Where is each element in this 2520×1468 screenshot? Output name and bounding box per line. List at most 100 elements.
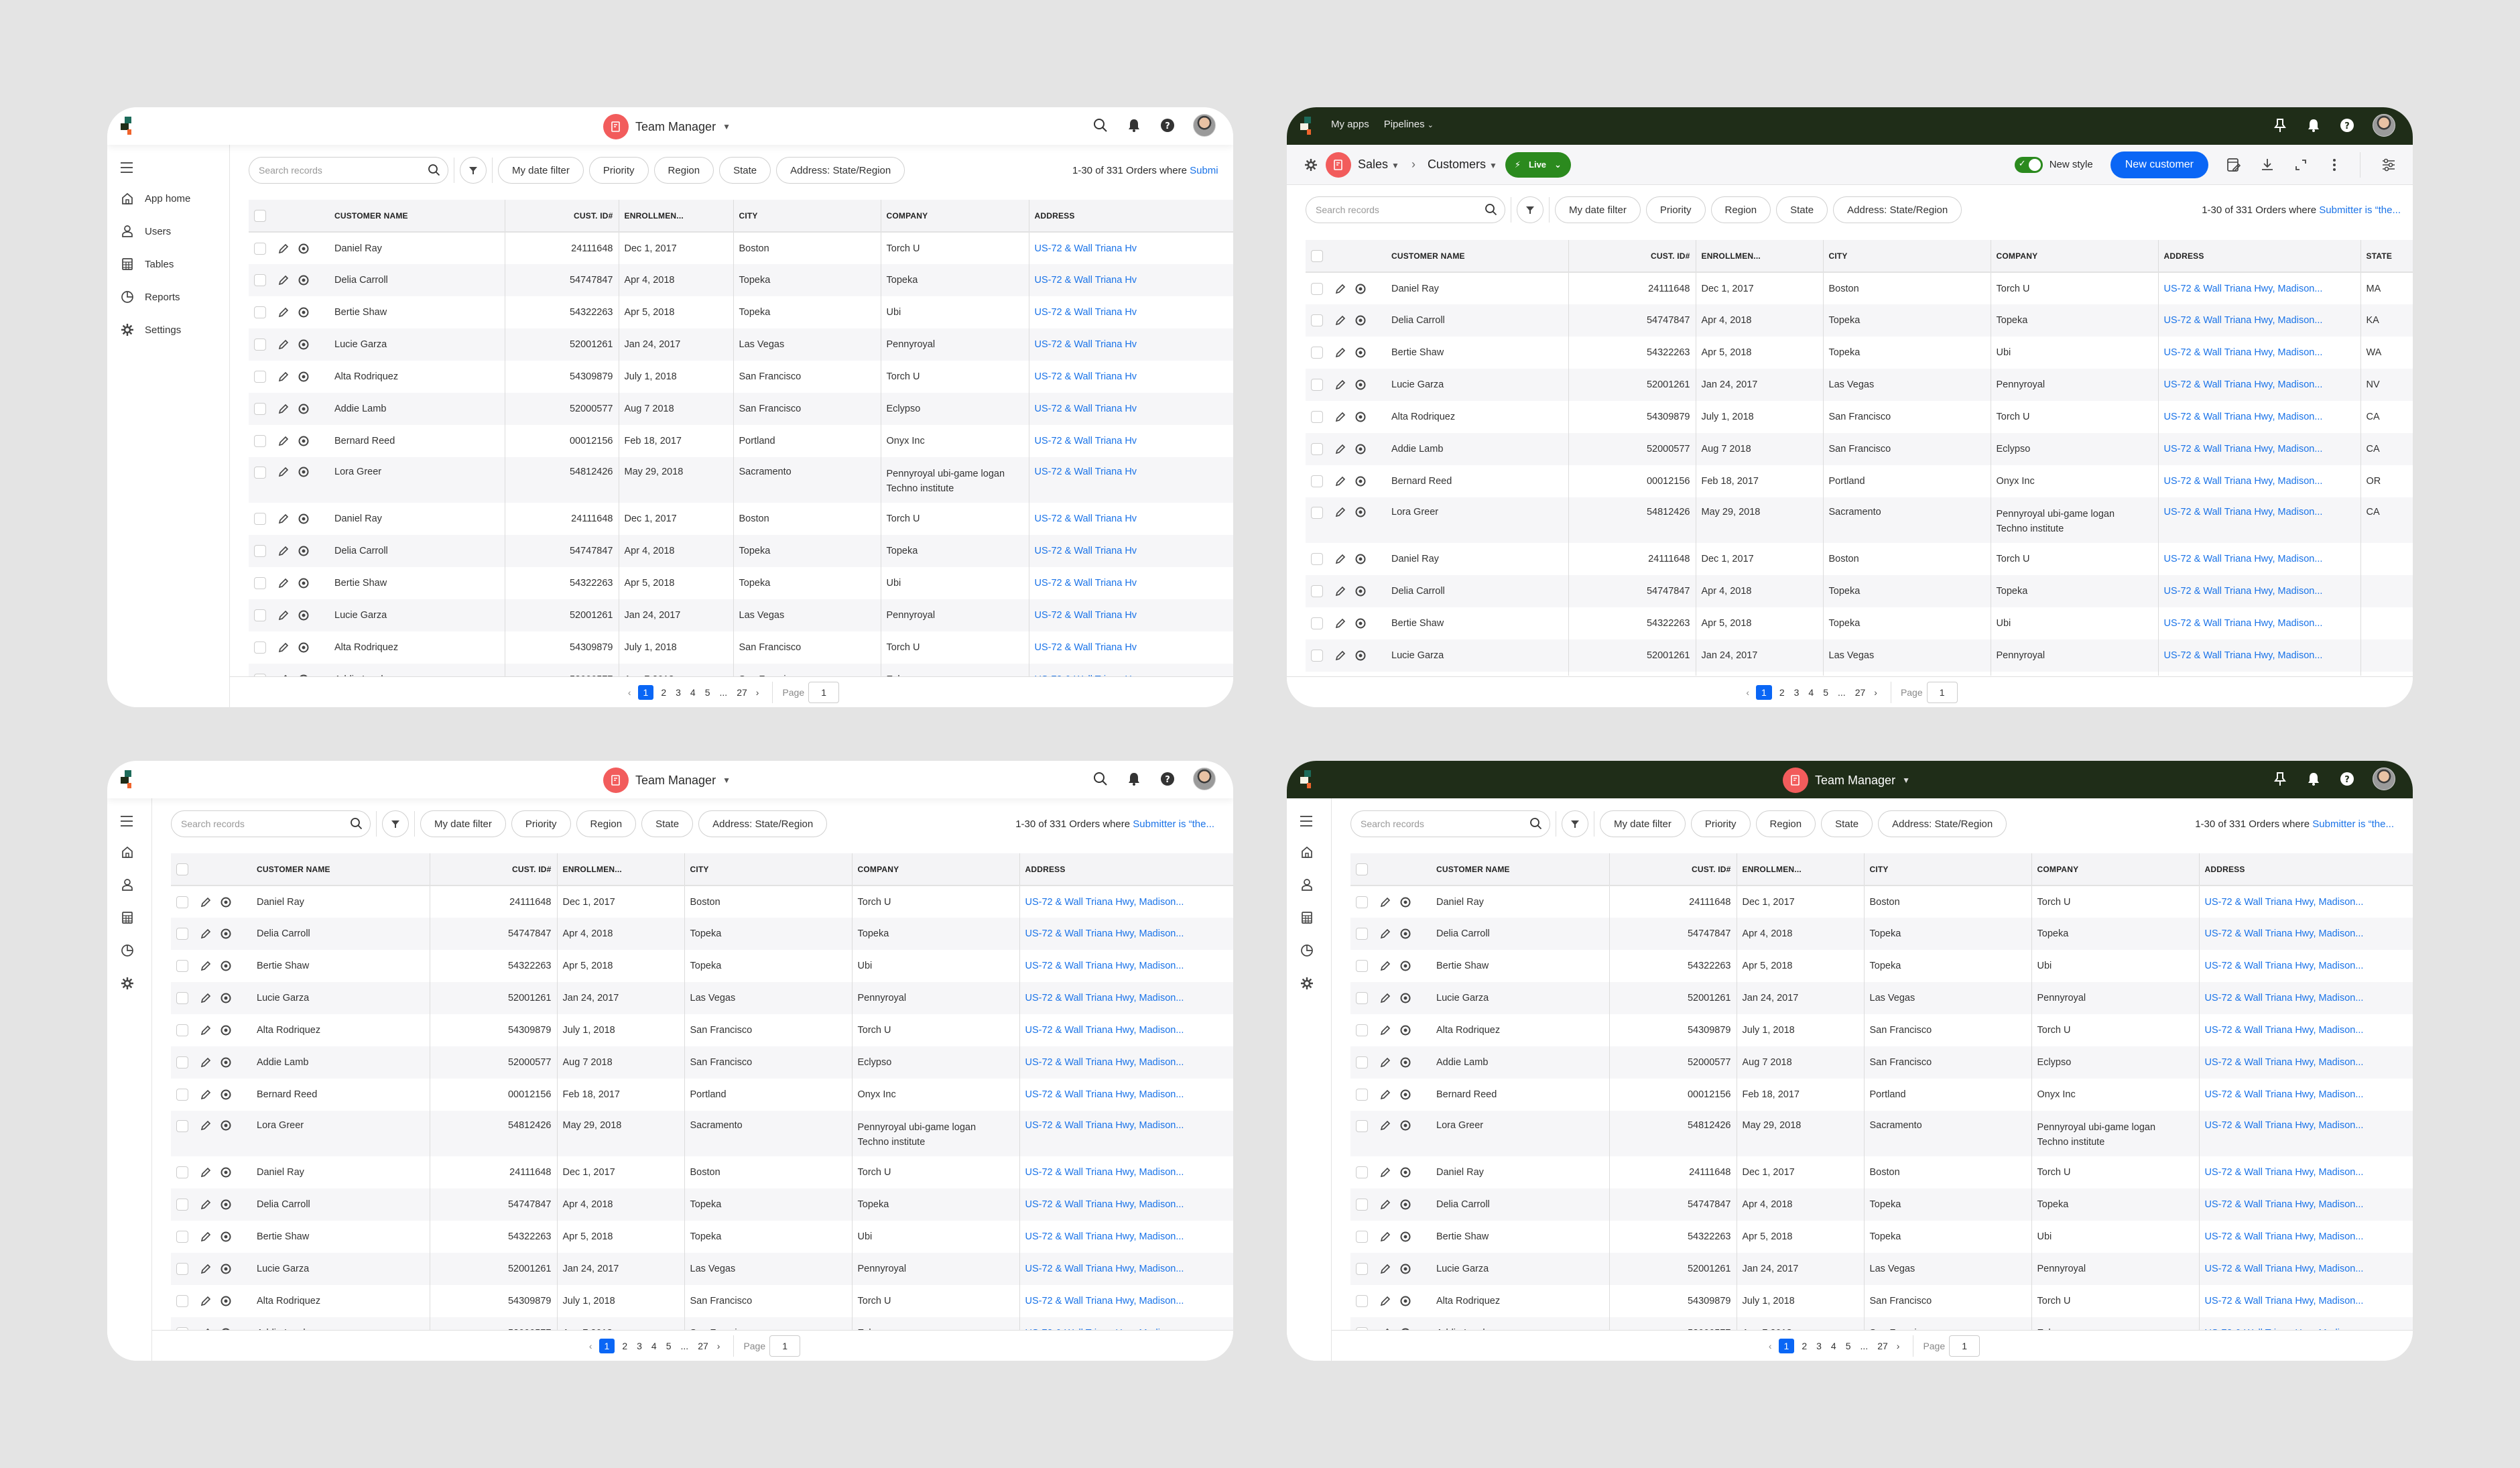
col-city-header[interactable]: CITY bbox=[684, 853, 852, 886]
filter-pill-date[interactable]: My date filter bbox=[1600, 810, 1686, 837]
filter-pill-priority[interactable]: Priority bbox=[1690, 810, 1751, 837]
table-row[interactable]: Addie Lamb52000577Aug 7 2018San Francisc… bbox=[1350, 1317, 2413, 1330]
view-icon[interactable] bbox=[220, 1296, 231, 1306]
edit-icon[interactable] bbox=[200, 928, 211, 939]
sidebar-item-reports[interactable] bbox=[1300, 944, 1314, 957]
cell-address-link[interactable]: US-72 & Wall Triana Hwy, Madison... bbox=[2198, 918, 2413, 950]
nav-pipelines[interactable]: Pipelines ⌄ bbox=[1384, 119, 1434, 130]
table-row[interactable]: Delia Carroll 54747847 Apr 4, 2018 Topeka To… bbox=[1350, 918, 2413, 950]
cell-address-link[interactable]: US-72 & Wall Triana Hwy, Madison... bbox=[2157, 672, 2360, 676]
table-row[interactable]: Addie Lamb52000577Aug 7 2018San Francisc… bbox=[249, 393, 1233, 425]
view-icon[interactable] bbox=[298, 275, 309, 286]
view-icon[interactable] bbox=[1355, 476, 1366, 487]
row-checkbox[interactable] bbox=[176, 1263, 188, 1275]
table-row[interactable]: Lora Greer 54812426 May 29, 2018 Sacramento… bbox=[171, 1111, 1233, 1156]
cell-address-link[interactable]: US-72 & Wall Triana Hwy, Madison... bbox=[2198, 1285, 2413, 1317]
edit-icon[interactable] bbox=[278, 307, 289, 318]
table-row[interactable]: Bertie Shaw 54322263 Apr 5, 2018 Topeka Ubi U… bbox=[249, 296, 1233, 328]
row-checkbox[interactable] bbox=[254, 435, 266, 447]
edit-icon[interactable] bbox=[1380, 928, 1391, 939]
select-all-checkbox[interactable] bbox=[1311, 249, 1323, 262]
table-row[interactable]: Bernard Reed 00012156 Feb 18, 2017 Portland… bbox=[1306, 465, 2413, 497]
col-state-header[interactable]: STATE bbox=[2360, 240, 2413, 273]
prev-page-icon[interactable]: ‹ bbox=[624, 687, 635, 698]
edit-icon[interactable] bbox=[1380, 897, 1391, 908]
cell-address-link[interactable]: US-72 & Wall Triana Hwy, Madison... bbox=[2198, 1253, 2413, 1285]
user-avatar[interactable] bbox=[2373, 768, 2395, 790]
col-cust-id-header[interactable]: CUST. ID# bbox=[1609, 853, 1737, 886]
cell-address-link[interactable]: US-72 & Wall Triana Hwy, Madison... bbox=[2157, 369, 2360, 401]
view-icon[interactable] bbox=[1355, 315, 1366, 326]
cell-address-link[interactable]: US-72 & Wall Triana Hv bbox=[1028, 425, 1233, 457]
filter-pill-date[interactable]: My date filter bbox=[498, 157, 584, 184]
sidebar-item-app-home[interactable] bbox=[1300, 845, 1314, 859]
page-button[interactable]: 27 bbox=[732, 687, 752, 698]
app-switcher[interactable]: Team Manager ▼ bbox=[603, 114, 731, 139]
filter-pill-date[interactable]: My date filter bbox=[420, 810, 506, 837]
cell-address-link[interactable]: US-72 & Wall Triana Hwy, Madison... bbox=[2157, 272, 2360, 304]
col-customer-name-header[interactable]: CUSTOMER NAME bbox=[1431, 853, 1609, 886]
view-icon[interactable] bbox=[1400, 1231, 1411, 1242]
row-checkbox[interactable] bbox=[176, 896, 188, 908]
edit-icon[interactable] bbox=[278, 339, 289, 350]
table-row[interactable]: Lora Greer 54812426 May 29, 2018 Sacramento… bbox=[249, 457, 1233, 503]
table-row[interactable]: Daniel Ray 24111648 Dec 1, 2017 Boston Torch… bbox=[1306, 272, 2413, 304]
page-number-input[interactable]: 1 bbox=[1926, 681, 1958, 703]
filter-pill-priority[interactable]: Priority bbox=[1645, 196, 1706, 223]
pin-icon[interactable] bbox=[2272, 117, 2288, 133]
page-button[interactable]: 4 bbox=[1826, 1341, 1841, 1351]
view-icon[interactable] bbox=[298, 467, 309, 477]
view-icon[interactable] bbox=[298, 578, 309, 589]
col-city-header[interactable]: CITY bbox=[733, 200, 881, 233]
row-checkbox[interactable] bbox=[176, 1120, 188, 1132]
edit-icon[interactable] bbox=[1380, 1057, 1391, 1068]
edit-icon[interactable] bbox=[1380, 1025, 1391, 1036]
edit-icon[interactable] bbox=[200, 993, 211, 1003]
help-icon[interactable]: ? bbox=[1159, 117, 1176, 133]
table-row[interactable]: Bertie Shaw 54322263 Apr 5, 2018 Topeka Ubi U… bbox=[171, 1221, 1233, 1253]
table-row[interactable]: Addie Lamb52000577Aug 7 2018San Francisc… bbox=[171, 1046, 1233, 1079]
row-checkbox[interactable] bbox=[254, 641, 266, 654]
edit-icon[interactable] bbox=[200, 1199, 211, 1210]
col-cust-id-header[interactable]: CUST. ID# bbox=[1568, 240, 1696, 273]
table-row[interactable]: Lora Greer 54812426 May 29, 2018 Sacramento… bbox=[1306, 497, 2413, 543]
view-icon[interactable] bbox=[220, 1025, 231, 1036]
edit-icon[interactable] bbox=[278, 513, 289, 524]
table-row[interactable]: Alta Rodriquez54309879July 1, 2018San Fr… bbox=[1306, 672, 2413, 676]
view-icon[interactable] bbox=[1400, 1120, 1411, 1131]
filter-pill-address[interactable]: Address: State/Region bbox=[1878, 810, 2007, 837]
hamburger-menu-icon[interactable] bbox=[1300, 816, 1312, 827]
view-icon[interactable] bbox=[220, 1120, 231, 1131]
view-icon[interactable] bbox=[1400, 993, 1411, 1003]
table-row[interactable]: Alta Rodriquez54309879July 1, 2018San Fr… bbox=[249, 361, 1233, 393]
cell-address-link[interactable]: US-72 & Wall Triana Hwy, Madison... bbox=[1019, 1079, 1233, 1111]
row-checkbox[interactable] bbox=[1356, 1089, 1368, 1101]
view-icon[interactable] bbox=[1400, 928, 1411, 939]
row-checkbox[interactable] bbox=[1356, 928, 1368, 940]
edit-icon[interactable] bbox=[200, 1296, 211, 1306]
view-icon[interactable] bbox=[1400, 1296, 1411, 1306]
expand-icon[interactable] bbox=[2293, 157, 2309, 173]
summary-filter-link[interactable]: Submitter is “the... bbox=[2312, 818, 2394, 830]
filter-icon[interactable] bbox=[460, 157, 487, 184]
cell-address-link[interactable]: US-72 & Wall Triana Hwy, Madison... bbox=[2198, 982, 2413, 1014]
cell-address-link[interactable]: US-72 & Wall Triana Hwy, Madison... bbox=[1019, 950, 1233, 982]
filter-pill-state[interactable]: State bbox=[719, 157, 771, 184]
cell-address-link[interactable]: US-72 & Wall Triana Hwy, Madison... bbox=[1019, 1285, 1233, 1317]
page-button[interactable]: 4 bbox=[1804, 687, 1818, 698]
view-icon[interactable] bbox=[220, 1167, 231, 1178]
select-all-checkbox[interactable] bbox=[1356, 863, 1368, 875]
edit-icon[interactable] bbox=[200, 897, 211, 908]
row-checkbox[interactable] bbox=[1356, 896, 1368, 908]
table-row[interactable]: Bertie Shaw 54322263 Apr 5, 2018 Topeka Ubi U… bbox=[1306, 607, 2413, 639]
gear-icon[interactable] bbox=[1303, 157, 1319, 173]
row-checkbox[interactable] bbox=[254, 545, 266, 557]
sidebar-item-tables[interactable]: Tables bbox=[121, 257, 174, 271]
edit-icon[interactable] bbox=[200, 1057, 211, 1068]
cell-address-link[interactable]: US-72 & Wall Triana Hwy, Madison... bbox=[2198, 1221, 2413, 1253]
edit-icon[interactable] bbox=[278, 578, 289, 589]
breadcrumb-table[interactable]: Customers ▼ bbox=[1428, 158, 1497, 172]
page-button[interactable]: 3 bbox=[671, 687, 686, 698]
page-button[interactable]: 4 bbox=[647, 1341, 662, 1351]
cell-address-link[interactable]: US-72 & Wall Triana Hwy, Madison... bbox=[2198, 1156, 2413, 1188]
